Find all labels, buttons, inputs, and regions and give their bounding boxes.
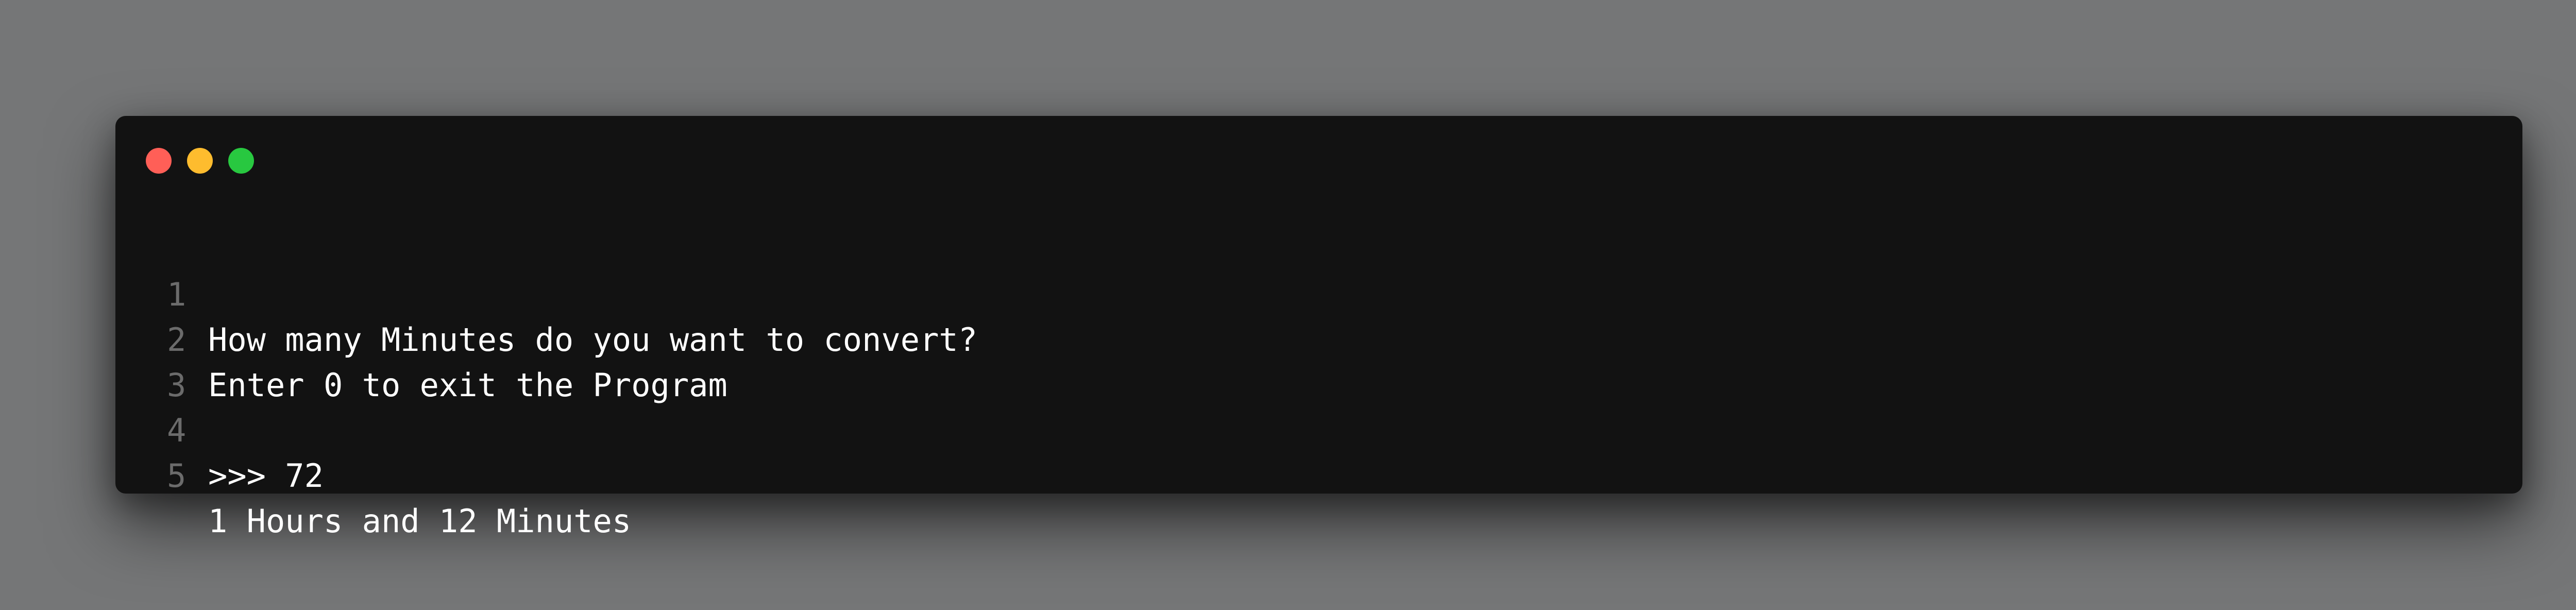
zoom-button[interactable] [228,148,254,174]
line-text: How many Minutes do you want to convert? [208,321,978,359]
minimize-button[interactable] [187,148,213,174]
code-line: 1 How many Minutes do you want to conver… [115,227,977,359]
code-line: 3 [115,317,231,404]
line-text: 1 Hours and 12 Minutes [208,502,632,540]
window-controls [115,116,321,198]
line-number: 5 [167,457,187,495]
code-line: 4 >>> 72 [115,363,324,495]
code-line: 2 Enter 0 to exit the Program [115,272,727,404]
terminal-window: 1 How many Minutes do you want to conver… [115,116,2522,540]
code-line: 5 1 Hours and 12 Minutes [115,408,631,540]
close-button[interactable] [146,148,172,174]
